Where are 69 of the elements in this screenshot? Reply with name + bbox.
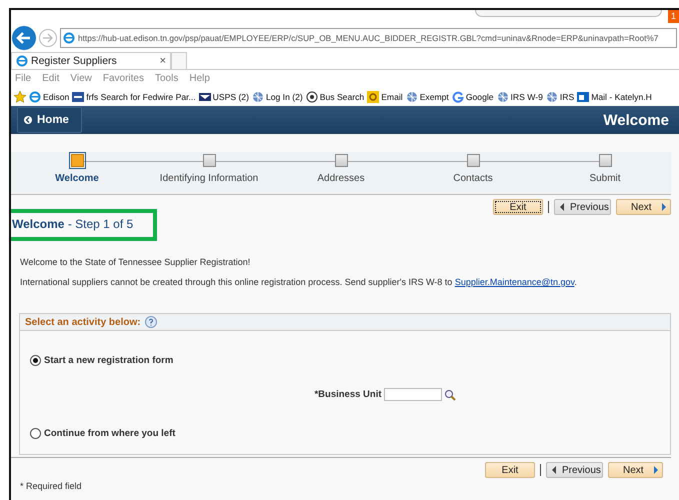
menu-item[interactable]: Help: [189, 73, 210, 84]
favorite-link[interactable]: Mail - Katelyn.H: [591, 92, 652, 102]
favorite-link[interactable]: Edison: [43, 92, 70, 102]
right-arrow-icon: [653, 466, 658, 474]
search-icon[interactable]: [444, 388, 456, 400]
menu-item[interactable]: File: [15, 73, 32, 84]
option-label[interactable]: Continue from where you left: [44, 428, 176, 439]
page-header-title: Welcome: [603, 112, 669, 128]
step-label[interactable]: Welcome: [55, 173, 99, 184]
radio-button[interactable]: [30, 355, 41, 366]
step-label[interactable]: Submit: [589, 173, 621, 184]
globe-icon: [406, 90, 418, 102]
site-icon: [577, 90, 590, 102]
help-icon[interactable]: [144, 316, 157, 328]
option-label[interactable]: Start a new registration form: [44, 355, 174, 366]
step-label[interactable]: Contacts: [453, 173, 493, 184]
next-button[interactable]: Next: [616, 199, 671, 215]
exit-button[interactable]: Exit: [485, 462, 535, 478]
favorite-link[interactable]: IRS: [560, 92, 574, 102]
favorite-link[interactable]: frfs Search for Fedwire Par...: [86, 92, 196, 102]
section-title: Select an activity below:: [25, 316, 141, 328]
exit-button[interactable]: Exit: [493, 199, 543, 215]
welcome-text: Welcome to the State of Tennessee Supplier Registration!: [20, 257, 252, 267]
browser-tab[interactable]: Register Suppliers ×: [11, 52, 171, 69]
window-handle[interactable]: [474, 10, 662, 17]
globe-icon: [546, 90, 558, 102]
page-title: Welcome - Step 1 of 5: [11, 209, 158, 241]
step-label[interactable]: Addresses: [317, 173, 365, 184]
favorite-link[interactable]: IRS W-9: [510, 92, 543, 102]
address-bar[interactable]: https://hub-uat.edison.tn.gov/psp/pauat/EMPLOYEE/ERP/c/SUP_OB_MENU.AUC_BIDDER_REGISTR.GBL?cmd=uninav&Rnode=ERP&uninavpath=Root%7: [60, 28, 677, 48]
business-unit-field[interactable]: [384, 388, 442, 401]
browser-icon: [63, 32, 75, 44]
step-label[interactable]: Identifying Information: [160, 173, 258, 184]
envelope-icon: [198, 90, 211, 102]
menu-item[interactable]: Edit: [42, 73, 60, 84]
notification-badge: 1: [668, 10, 679, 23]
star-icon[interactable]: [14, 90, 26, 102]
back-button[interactable]: [12, 26, 36, 50]
chevron-left-icon: [24, 116, 32, 124]
g-icon: [452, 90, 464, 102]
site-icon: [367, 90, 380, 102]
field-label: *Business Unit: [314, 389, 382, 400]
next-button[interactable]: Next: [608, 462, 663, 478]
menu-item[interactable]: Favorites: [102, 73, 144, 84]
address-link[interactable]: Supplier.Maintenance@tn.gov: [454, 277, 574, 287]
favorite-link[interactable]: Email: [381, 92, 403, 102]
favorite-link[interactable]: Bus Search: [320, 92, 364, 102]
right-arrow-icon: [661, 203, 666, 211]
left-arrow-icon: [552, 466, 557, 474]
previous-button[interactable]: Previous: [546, 462, 603, 478]
browser-icon: [16, 55, 28, 67]
notice-text: International suppliers cannot be created through this online registration process. Send supplier's IRS W-8 to Supplier.Maintenance@tn.gov.: [20, 277, 578, 287]
site-icon: [72, 90, 84, 102]
radio-button[interactable]: [30, 428, 41, 439]
favorite-link[interactable]: Exempt: [420, 92, 449, 102]
previous-button[interactable]: Previous: [554, 199, 611, 215]
home-button[interactable]: Home: [17, 107, 82, 133]
browser-icon: [29, 90, 41, 102]
close-icon[interactable]: ×: [160, 55, 166, 67]
favorite-link[interactable]: Log In (2): [266, 92, 303, 102]
globe-icon: [496, 90, 509, 102]
menu-item[interactable]: Tools: [154, 73, 178, 84]
menu-item[interactable]: View: [70, 73, 92, 84]
favorite-link[interactable]: Google: [466, 92, 494, 102]
globe-icon: [252, 90, 264, 102]
favorite-link[interactable]: USPS (2): [212, 92, 249, 102]
required-note: * Required field: [19, 480, 83, 491]
ball-icon: [306, 90, 318, 102]
left-arrow-icon: [560, 203, 565, 211]
